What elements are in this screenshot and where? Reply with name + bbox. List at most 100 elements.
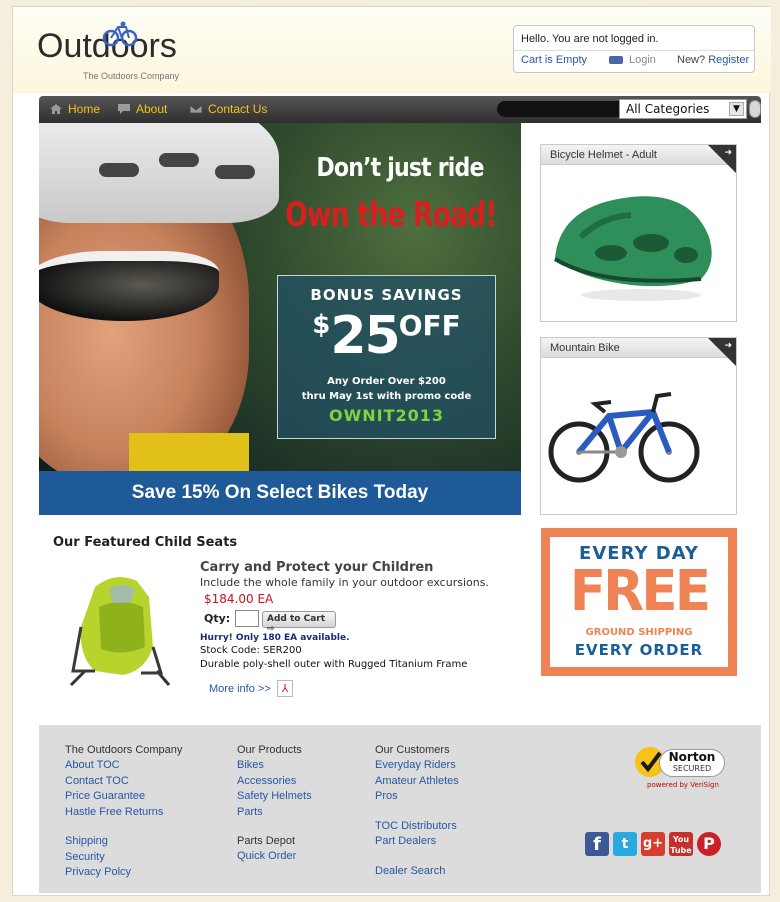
cyclist-helmet-image — [39, 123, 279, 223]
footer-link[interactable]: Hastle Free Returns — [65, 805, 182, 821]
envelope-icon — [189, 104, 203, 114]
norton-brand: Norton — [668, 750, 716, 764]
child-seat-image[interactable] — [65, 567, 175, 687]
featured-product-title[interactable]: Carry and Protect your Children — [200, 560, 433, 575]
main-nav: Home About Contact Us All Categories ▼ — [39, 96, 761, 123]
footer-link[interactable]: Part Dealers — [375, 834, 459, 850]
cart-link[interactable]: Cart is Empty — [521, 54, 587, 66]
footer-heading: Our Customers — [375, 744, 450, 756]
product-title: Mountain Bike — [541, 338, 736, 358]
qty-input[interactable] — [235, 610, 259, 627]
stock-code: Stock Code: SER200 — [200, 645, 302, 656]
norton-pill: Norton SECURED — [659, 749, 725, 777]
youtube-icon[interactable]: You Tube — [669, 832, 693, 856]
pinterest-icon[interactable]: P — [697, 832, 721, 856]
free-shipping-line3: GROUND SHIPPING — [585, 627, 693, 638]
footer-link[interactable]: Everyday Riders — [375, 758, 459, 774]
add-to-cart-button[interactable]: Add to Cart ⇨ — [262, 611, 336, 634]
footer-heading: Our Products — [237, 744, 302, 756]
stock-warning: Hurry! Only 180 EA available. — [200, 633, 350, 643]
account-divider — [514, 50, 754, 51]
promo-amount: $25OFF — [278, 306, 495, 366]
product-card-bike[interactable]: Mountain Bike ➜ — [540, 337, 737, 515]
nav-home[interactable]: Home — [49, 102, 100, 116]
footer-link[interactable]: TOC Distributors — [375, 819, 459, 835]
footer-link[interactable]: Price Guarantee — [65, 789, 182, 805]
facebook-icon[interactable]: f — [585, 832, 609, 856]
promo-currency: $ — [312, 310, 331, 340]
free-shipping-line4: EVERY ORDER — [574, 641, 704, 659]
login-status-text: Hello. You are not logged in. — [521, 33, 659, 45]
category-select[interactable]: All Categories ▼ — [619, 99, 747, 119]
norton-secured: SECURED — [672, 764, 712, 773]
promo-title: BONUS SAVINGS — [310, 286, 463, 304]
footer-link[interactable]: Shipping — [65, 834, 182, 850]
promo-off: OFF — [398, 309, 461, 342]
promo-box: BONUS SAVINGS $25OFF Any Order Over $200… — [277, 275, 496, 439]
footer-link[interactable]: Pros — [375, 789, 459, 805]
footer-link[interactable]: Security — [65, 850, 182, 866]
twitter-icon[interactable]: t — [613, 832, 637, 856]
bike-logo-icon — [102, 21, 138, 47]
footer-link[interactable]: About TOC — [65, 758, 182, 774]
site-footer: The Outdoors Company About TOC Contact T… — [39, 725, 761, 893]
footer-link[interactable]: Accessories — [237, 774, 312, 790]
footer-link[interactable]: Quick Order — [237, 849, 312, 865]
login-link[interactable]: Login — [609, 54, 656, 66]
login-icon — [609, 56, 623, 65]
new-prompt-text: New? — [677, 54, 706, 66]
footer-link[interactable]: Amateur Athletes — [375, 774, 459, 790]
featured-product-price: $184.00 EA — [204, 592, 274, 606]
chevron-down-icon: ▼ — [729, 102, 744, 116]
footer-link[interactable]: Parts — [237, 805, 312, 821]
product-title: Bicycle Helmet - Adult — [541, 145, 736, 165]
add-to-cart-label: Add to Cart — [267, 614, 326, 624]
promo-terms: Any Order Over $200 thru May 1st with pr… — [278, 374, 495, 404]
promo-code: OWNIT2013 — [328, 406, 445, 425]
home-icon — [50, 104, 62, 114]
page: Outdoors The Outdoors Company Hello. You… — [12, 6, 771, 896]
search-input[interactable] — [497, 101, 627, 117]
bike-image — [548, 392, 700, 483]
bike-sale-banner[interactable]: Save 15% On Select Bikes Today — [39, 471, 521, 515]
register-prompt: New? Register — [677, 54, 749, 66]
more-info-link[interactable]: More info >> — [209, 683, 271, 695]
footer-link[interactable]: Privacy Polcy — [65, 865, 182, 881]
promo-value: 25 — [330, 306, 400, 366]
search-go-button[interactable] — [749, 100, 761, 118]
product-description: Durable poly-shell outer with Rugged Tit… — [200, 659, 468, 670]
footer-col-customers: Our Customers Everyday Riders Amateur At… — [375, 743, 459, 879]
login-label: Login — [629, 54, 656, 66]
footer-link[interactable]: Dealer Search — [375, 864, 459, 880]
qty-label: Qty: — [204, 612, 231, 625]
chat-icon — [118, 104, 130, 114]
register-link[interactable]: Register — [708, 54, 749, 66]
footer-link[interactable]: Bikes — [237, 758, 312, 774]
google-plus-icon[interactable]: g+ — [641, 832, 665, 856]
footer-link[interactable]: Contact TOC — [65, 774, 182, 790]
promo-terms-line1: Any Order Over $200 — [327, 376, 446, 387]
nav-about-label: About — [136, 102, 168, 116]
arrow-right-icon: ➜ — [724, 148, 732, 158]
free-shipping-banner[interactable]: EVERY DAY FREE GROUND SHIPPING EVERY ORD… — [541, 528, 737, 676]
free-shipping-inner: EVERY DAY FREE GROUND SHIPPING EVERY ORD… — [550, 537, 728, 667]
nav-contact-label: Contact Us — [208, 102, 268, 116]
footer-link[interactable]: Safety Helmets — [237, 789, 312, 805]
featured-product-subtitle: Include the whole family in your outdoor… — [200, 576, 489, 589]
site-header: Outdoors The Outdoors Company Hello. You… — [13, 7, 771, 93]
jersey-image — [129, 433, 249, 473]
nav-contact[interactable]: Contact Us — [189, 102, 267, 116]
footer-heading: The Outdoors Company — [65, 744, 183, 756]
account-box: Hello. You are not logged in. Cart is Em… — [513, 25, 755, 73]
norton-powered-by: powered by VeriSign — [647, 781, 719, 789]
nav-about[interactable]: About — [117, 102, 167, 116]
product-card-helmet[interactable]: Bicycle Helmet - Adult ➜ — [540, 144, 737, 322]
norton-secured-badge[interactable]: Norton SECURED powered by VeriSign — [633, 745, 733, 795]
pdf-icon[interactable]: ⅄ — [277, 680, 293, 697]
featured-heading: Our Featured Child Seats — [53, 535, 238, 550]
arrow-right-icon: ➜ — [724, 341, 732, 351]
footer-col-products: Our Products Bikes Accessories Safety He… — [237, 743, 312, 865]
site-logo[interactable]: Outdoors The Outdoors Company — [37, 21, 179, 81]
helmet-image — [553, 196, 712, 301]
hero-banner[interactable]: Don’t just ride Own the Road! BONUS SAVI… — [39, 123, 521, 515]
